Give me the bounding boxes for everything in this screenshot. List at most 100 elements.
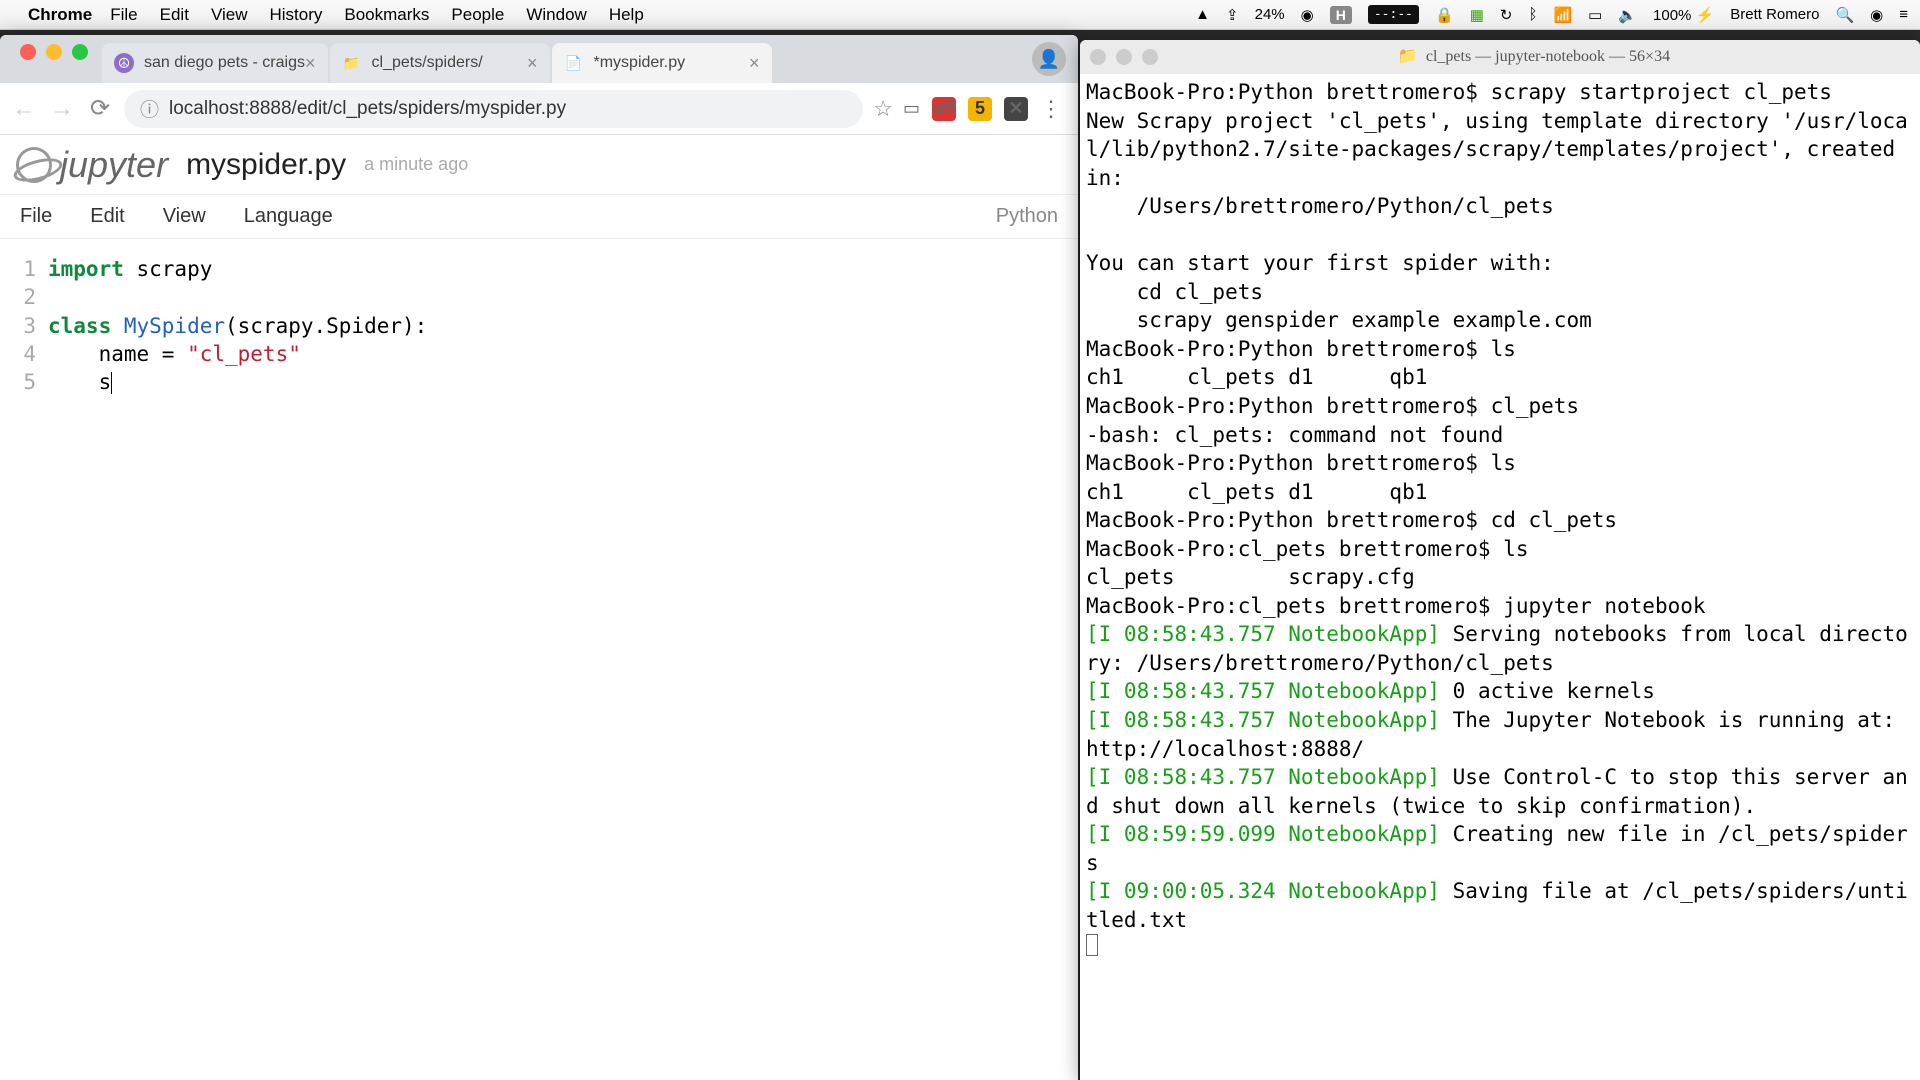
back-button[interactable]: ← (10, 95, 38, 123)
folder-icon: 📁 (1398, 46, 1418, 68)
jup-menu-edit[interactable]: Edit (90, 205, 124, 228)
terminal-output[interactable]: MacBook-Pro:Python brettromero$ scrapy s… (1080, 74, 1920, 1080)
cloud-icon[interactable]: ▲ (1195, 6, 1210, 23)
timer-pill[interactable]: --:-- (1368, 5, 1419, 24)
peace-favicon-icon: ☮ (114, 53, 134, 73)
off-ext-icon[interactable]: off (932, 97, 956, 121)
close-window-button[interactable] (20, 44, 36, 60)
keyword: import (48, 257, 124, 281)
term-log-tag: [I 08:58:43.757 NotebookApp] (1086, 765, 1440, 789)
last-saved: a minute ago (364, 154, 468, 175)
keyword: class (48, 314, 124, 338)
jupyter-logo-icon (16, 147, 52, 183)
excel-icon[interactable]: ▦ (1470, 6, 1484, 24)
term-line: cd cl_pets (1086, 280, 1263, 304)
code-text: name = (48, 342, 187, 366)
user-name[interactable]: Brett Romero (1730, 6, 1819, 23)
code-text: (scrapy.Spider): (225, 314, 427, 338)
tab-spiders-dir[interactable]: 📁 cl_pets/spiders/ × (330, 43, 550, 83)
tab-myspider[interactable]: 📄 *myspider.py × (552, 43, 772, 83)
term-line: cl_pets scrapy.cfg (1086, 565, 1415, 589)
menu-edit[interactable]: Edit (160, 5, 189, 25)
jupyter-logo[interactable]: jupyter (16, 144, 168, 186)
bluetooth-icon[interactable]: ᛒ (1528, 6, 1537, 23)
term-minimize-button[interactable] (1116, 49, 1132, 65)
reader-ext-icon[interactable]: ▭ (903, 98, 920, 119)
tab-craigslist[interactable]: ☮ san diego pets - craigs × (102, 43, 328, 83)
hammerspoon-icon[interactable]: H (1330, 6, 1352, 24)
notifications-icon[interactable]: ≡ (1899, 6, 1908, 23)
address-input[interactable]: ⓘ localhost:8888/edit/cl_pets/spiders/my… (124, 90, 863, 128)
folder-favicon-icon: 📁 (342, 53, 362, 73)
url-text: localhost:8888/edit/cl_pets/spiders/mysp… (169, 98, 566, 120)
code-editor[interactable]: 1 2 3 4 5 import scrapy class MySpider(s… (0, 239, 1078, 1080)
term-close-button[interactable] (1090, 49, 1106, 65)
reload-button[interactable]: ⟳ (86, 94, 114, 123)
terminal-window: 📁 cl_pets — jupyter-notebook — 56×34 Mac… (1080, 40, 1920, 1080)
jup-menu-view[interactable]: View (163, 205, 206, 228)
site-info-icon[interactable]: ⓘ (140, 95, 159, 122)
term-line: MacBook-Pro:Python brettromero$ ls (1086, 451, 1516, 475)
line-number: 2 (0, 283, 36, 311)
close-ext-icon[interactable]: ✕ (1004, 97, 1028, 121)
term-line: ch1 cl_pets d1 qb1 (1086, 480, 1427, 504)
menu-people[interactable]: People (451, 5, 504, 25)
accessibility-icon[interactable]: ◉ (1301, 6, 1314, 24)
menu-window[interactable]: Window (526, 5, 586, 25)
zoom-level: 24% (1255, 6, 1285, 23)
jupyter-header: jupyter myspider.py a minute ago (0, 135, 1078, 195)
wifi-icon[interactable]: 📶 (1553, 6, 1572, 24)
term-line: scrapy genspider example example.com (1086, 308, 1592, 332)
minimize-window-button[interactable] (46, 44, 62, 60)
line-gutter: 1 2 3 4 5 (0, 255, 48, 1080)
menu-file[interactable]: File (110, 5, 137, 25)
app-name[interactable]: Chrome (28, 5, 92, 25)
lock-icon[interactable]: 🔒 (1435, 6, 1454, 24)
profile-avatar[interactable]: 👤 (1032, 42, 1066, 76)
battery-status[interactable]: 100% ⚡ (1653, 6, 1714, 24)
code-content[interactable]: import scrapy class MySpider(scrapy.Spid… (48, 255, 1078, 1080)
term-line: MacBook-Pro:Python brettromero$ cd cl_pe… (1086, 508, 1617, 532)
terminal-title: cl_pets — jupyter-notebook — 56×34 (1426, 46, 1670, 68)
file-name[interactable]: myspider.py (186, 148, 346, 182)
tab-bar: ☮ san diego pets - craigs × 📁 cl_pets/sp… (0, 35, 1078, 83)
jup-menu-language[interactable]: Language (244, 205, 333, 228)
jupyter-menubar: File Edit View Language Python (0, 195, 1078, 239)
kernel-indicator: Python (996, 205, 1058, 228)
volume-icon[interactable]: 🔈 (1618, 6, 1637, 24)
tab-label: san diego pets - craigs (144, 54, 305, 72)
macos-menubar: Chrome File Edit View History Bookmarks … (0, 0, 1920, 30)
chrome-menu-icon[interactable]: ⋮ (1040, 96, 1062, 122)
timemachine-icon[interactable]: ↻ (1500, 6, 1513, 24)
term-line: MacBook-Pro:Python brettromero$ ls (1086, 337, 1516, 361)
siri-icon[interactable]: ◉ (1870, 6, 1883, 24)
term-line: New Scrapy project 'cl_pets', using temp… (1086, 109, 1908, 190)
line-number: 4 (0, 340, 36, 368)
tab-label: cl_pets/spiders/ (372, 54, 483, 72)
term-line: /Users/brettromero/Python/cl_pets (1086, 194, 1554, 218)
jup-menu-file[interactable]: File (20, 205, 52, 228)
terminal-cursor (1086, 934, 1098, 956)
menu-view[interactable]: View (211, 5, 248, 25)
tab-close-icon[interactable]: × (749, 53, 760, 74)
term-line: ch1 cl_pets d1 qb1 (1086, 365, 1427, 389)
js-ext-icon[interactable]: 5 (968, 97, 992, 121)
tab-close-icon[interactable]: × (527, 53, 538, 74)
tab-label: *myspider.py (594, 54, 686, 72)
jupyter-logo-text: jupyter (60, 144, 168, 186)
screen-icon[interactable]: ▭ (1588, 6, 1602, 24)
code-text: s (48, 370, 111, 394)
tab-close-icon[interactable]: × (305, 53, 316, 74)
menu-help[interactable]: Help (609, 5, 644, 25)
menu-bookmarks[interactable]: Bookmarks (344, 5, 429, 25)
star-bookmark-icon[interactable]: ☆ (873, 96, 893, 122)
term-line: MacBook-Pro:cl_pets brettromero$ ls (1086, 537, 1529, 561)
window-controls (6, 44, 102, 74)
forward-button[interactable]: → (48, 95, 76, 123)
dropbox-icon[interactable]: ⇪ (1226, 6, 1239, 24)
chrome-window: ☮ san diego pets - craigs × 📁 cl_pets/sp… (0, 35, 1078, 1080)
spotlight-icon[interactable]: 🔍 (1835, 6, 1854, 24)
menu-history[interactable]: History (269, 5, 322, 25)
maximize-window-button[interactable] (72, 44, 88, 60)
term-maximize-button[interactable] (1142, 49, 1158, 65)
